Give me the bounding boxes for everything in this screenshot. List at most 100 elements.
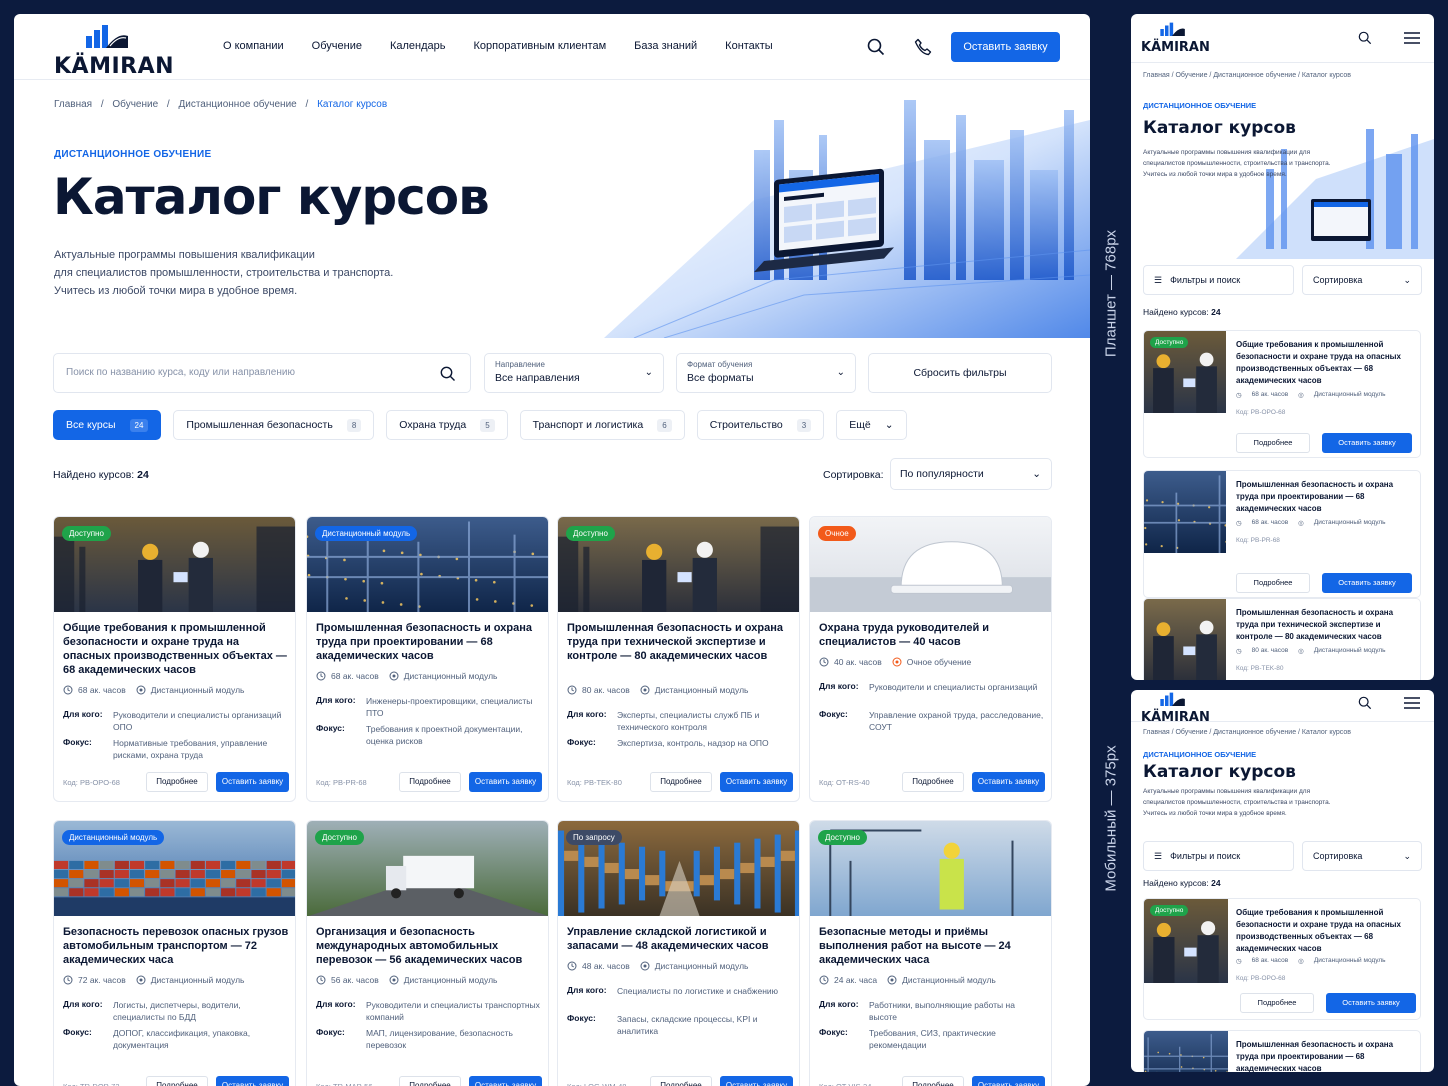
clock-icon xyxy=(819,657,829,667)
clock-icon: ◷ xyxy=(1236,520,1242,527)
breadcrumb-remote[interactable]: Дистанционное обучение xyxy=(178,99,296,110)
search-icon[interactable] xyxy=(440,366,456,382)
nav-item-education[interactable]: Обучение xyxy=(312,40,362,52)
details-button[interactable]: Подробнее xyxy=(902,772,964,792)
course-title[interactable]: Промышленная безопасность и охрана труда… xyxy=(1236,607,1416,643)
details-button[interactable]: Подробнее xyxy=(902,1076,964,1086)
nav-item-corporate[interactable]: Корпоративным клиентам xyxy=(474,40,607,52)
details-button[interactable]: Подробнее xyxy=(1236,573,1310,593)
course-card[interactable]: Дистанционный модуль Безопасность перево… xyxy=(53,820,296,1086)
chevron-down-icon: ⌄ xyxy=(836,367,845,378)
header-request-button[interactable]: Оставить заявку xyxy=(951,32,1060,62)
focus-value: Нормативные требования, управление риска… xyxy=(113,738,268,760)
course-card[interactable]: Доступно Организация и безопасность межд… xyxy=(306,820,549,1086)
course-code: Код: PB-OPO-68 xyxy=(1236,975,1286,982)
status-badge: Доступно xyxy=(62,526,111,541)
chip-all[interactable]: Все курсы 24 xyxy=(53,410,162,440)
course-card[interactable]: Промышленная безопасность и охрана труда… xyxy=(1143,598,1421,680)
format-select[interactable]: Формат обучения Все форматы ⌄ xyxy=(676,353,856,393)
breadcrumb-home[interactable]: Главная xyxy=(54,99,92,110)
course-card[interactable]: Промышленная безопасность и охрана труда… xyxy=(1143,470,1421,598)
search-icon[interactable] xyxy=(867,38,885,56)
reset-filters-button[interactable]: Сбросить фильтры xyxy=(868,353,1052,393)
focus-label: Фокус: xyxy=(567,1013,596,1023)
details-button[interactable]: Подробнее xyxy=(399,1076,461,1086)
request-button[interactable]: Оставить заявку xyxy=(1326,993,1416,1013)
search-input[interactable]: Поиск по названию курса, коду или направ… xyxy=(53,353,471,393)
request-button[interactable]: Оставить заявку xyxy=(216,772,289,792)
search-icon[interactable] xyxy=(1358,696,1372,710)
details-button[interactable]: Подробнее xyxy=(1240,993,1314,1013)
course-title[interactable]: Общие требования к промышленной безопасн… xyxy=(63,621,289,677)
nav-item-contacts[interactable]: Контакты xyxy=(725,40,773,52)
module-icon xyxy=(136,975,146,985)
request-button[interactable]: Оставить заявку xyxy=(469,772,542,792)
course-title[interactable]: Управление складской логистикой и запаса… xyxy=(567,925,793,953)
request-button[interactable]: Оставить заявку xyxy=(1322,433,1412,453)
request-button[interactable]: Оставить заявку xyxy=(972,772,1045,792)
course-title[interactable]: Общие требования к промышленной безопасн… xyxy=(1236,907,1414,955)
course-card[interactable]: Очное Охрана труда руководителей и специ… xyxy=(809,516,1052,802)
brand-logo[interactable]: KÄMIRAN xyxy=(1141,20,1210,55)
code-value: PB-OPO-68 xyxy=(79,777,120,787)
request-button[interactable]: Оставить заявку xyxy=(720,772,793,792)
chip-construction[interactable]: Строительство 3 xyxy=(696,410,825,440)
course-card[interactable]: Доступно Общие требования к промышленной… xyxy=(1143,330,1421,458)
filters-label: Фильтры и поиск xyxy=(1170,851,1241,861)
request-button[interactable]: Оставить заявку xyxy=(720,1076,793,1086)
course-title[interactable]: Промышленная безопасность и охрана труда… xyxy=(1236,1039,1414,1072)
course-card[interactable]: По запросу Управление складской логистик… xyxy=(557,820,800,1086)
hero-eyebrow: ДИСТАНЦИОННОЕ ОБУЧЕНИЕ xyxy=(54,149,212,160)
request-button[interactable]: Оставить заявку xyxy=(972,1076,1045,1086)
brand-logo[interactable]: KÄMIRAN xyxy=(54,22,174,79)
course-meta: ◷ 68 ак. часов ◎ Дистанционный модуль xyxy=(1236,519,1386,527)
chip-more[interactable]: Ещё ⌄ xyxy=(836,410,907,440)
course-card[interactable]: Доступно Промышленная безопасность и охр… xyxy=(557,516,800,802)
direction-select[interactable]: Направление Все направления ⌄ xyxy=(484,353,664,393)
chip-labor-safety[interactable]: Охрана труда 5 xyxy=(386,410,508,440)
course-card[interactable]: Дистанционный модуль Промышленная безопа… xyxy=(306,516,549,802)
course-card[interactable]: Доступно Общие требования к промышленной… xyxy=(1143,898,1421,1020)
course-card[interactable]: Промышленная безопасность и охрана труда… xyxy=(1143,1030,1421,1072)
nav-item-knowledge[interactable]: База знаний xyxy=(634,40,697,52)
details-button[interactable]: Подробнее xyxy=(146,1076,208,1086)
request-button[interactable]: Оставить заявку xyxy=(469,1076,542,1086)
course-title[interactable]: Промышленная безопасность и охрана труда… xyxy=(316,621,542,663)
course-title[interactable]: Общие требования к промышленной безопасн… xyxy=(1236,339,1416,387)
search-icon[interactable] xyxy=(1358,31,1372,45)
course-title[interactable]: Промышленная безопасность и охрана труда… xyxy=(567,621,793,663)
request-button[interactable]: Оставить заявку xyxy=(1322,573,1412,593)
brand-logo[interactable]: KÄMIRAN xyxy=(1141,690,1210,725)
details-button[interactable]: Подробнее xyxy=(399,772,461,792)
nav-item-calendar[interactable]: Календарь xyxy=(390,40,446,52)
menu-icon[interactable] xyxy=(1403,696,1421,710)
sort-button[interactable]: Сортировка ⌄ xyxy=(1302,841,1422,871)
details-button[interactable]: Подробнее xyxy=(650,1076,712,1086)
chip-industrial-safety[interactable]: Промышленная безопасность 8 xyxy=(173,410,375,440)
details-button[interactable]: Подробнее xyxy=(1236,433,1310,453)
chip-transport[interactable]: Транспорт и логистика 6 xyxy=(519,410,685,440)
details-button[interactable]: Подробнее xyxy=(146,772,208,792)
course-title[interactable]: Промышленная безопасность и охрана труда… xyxy=(1236,479,1416,515)
sort-select[interactable]: По популярности ⌄ xyxy=(890,458,1052,490)
phone-icon[interactable] xyxy=(914,38,932,56)
course-title[interactable]: Организация и безопасность международных… xyxy=(316,925,542,967)
code-value: PB-PR-68 xyxy=(332,777,367,787)
request-button[interactable]: Оставить заявку xyxy=(216,1076,289,1086)
nav-item-about[interactable]: О компании xyxy=(223,40,284,52)
course-title[interactable]: Безопасность перевозок опасных грузов ав… xyxy=(63,925,289,967)
filters-search-button[interactable]: ☰ Фильтры и поиск xyxy=(1143,265,1294,295)
sort-button[interactable]: Сортировка ⌄ xyxy=(1302,265,1422,295)
format-text: Дистанционный модуль xyxy=(654,685,749,695)
course-meta: ◷ 68 ак. часов ◎ Дистанционный модуль xyxy=(1236,391,1386,399)
course-title[interactable]: Безопасные методы и приёмы выполнения ра… xyxy=(819,925,1045,967)
course-card[interactable]: Доступно Безопасные методы и приёмы выпо… xyxy=(809,820,1052,1086)
course-hours: 80 ак. часов xyxy=(567,685,630,695)
details-button[interactable]: Подробнее xyxy=(650,772,712,792)
course-card[interactable]: Доступно Общие требования к промышленной… xyxy=(53,516,296,802)
course-code: Код: PB-PR-68 xyxy=(316,778,399,787)
breadcrumb-education[interactable]: Обучение xyxy=(112,99,158,110)
filters-search-button[interactable]: ☰ Фильтры и поиск xyxy=(1143,841,1294,871)
menu-icon[interactable] xyxy=(1403,31,1421,45)
course-title[interactable]: Охрана труда руководителей и специалисто… xyxy=(819,621,1045,649)
